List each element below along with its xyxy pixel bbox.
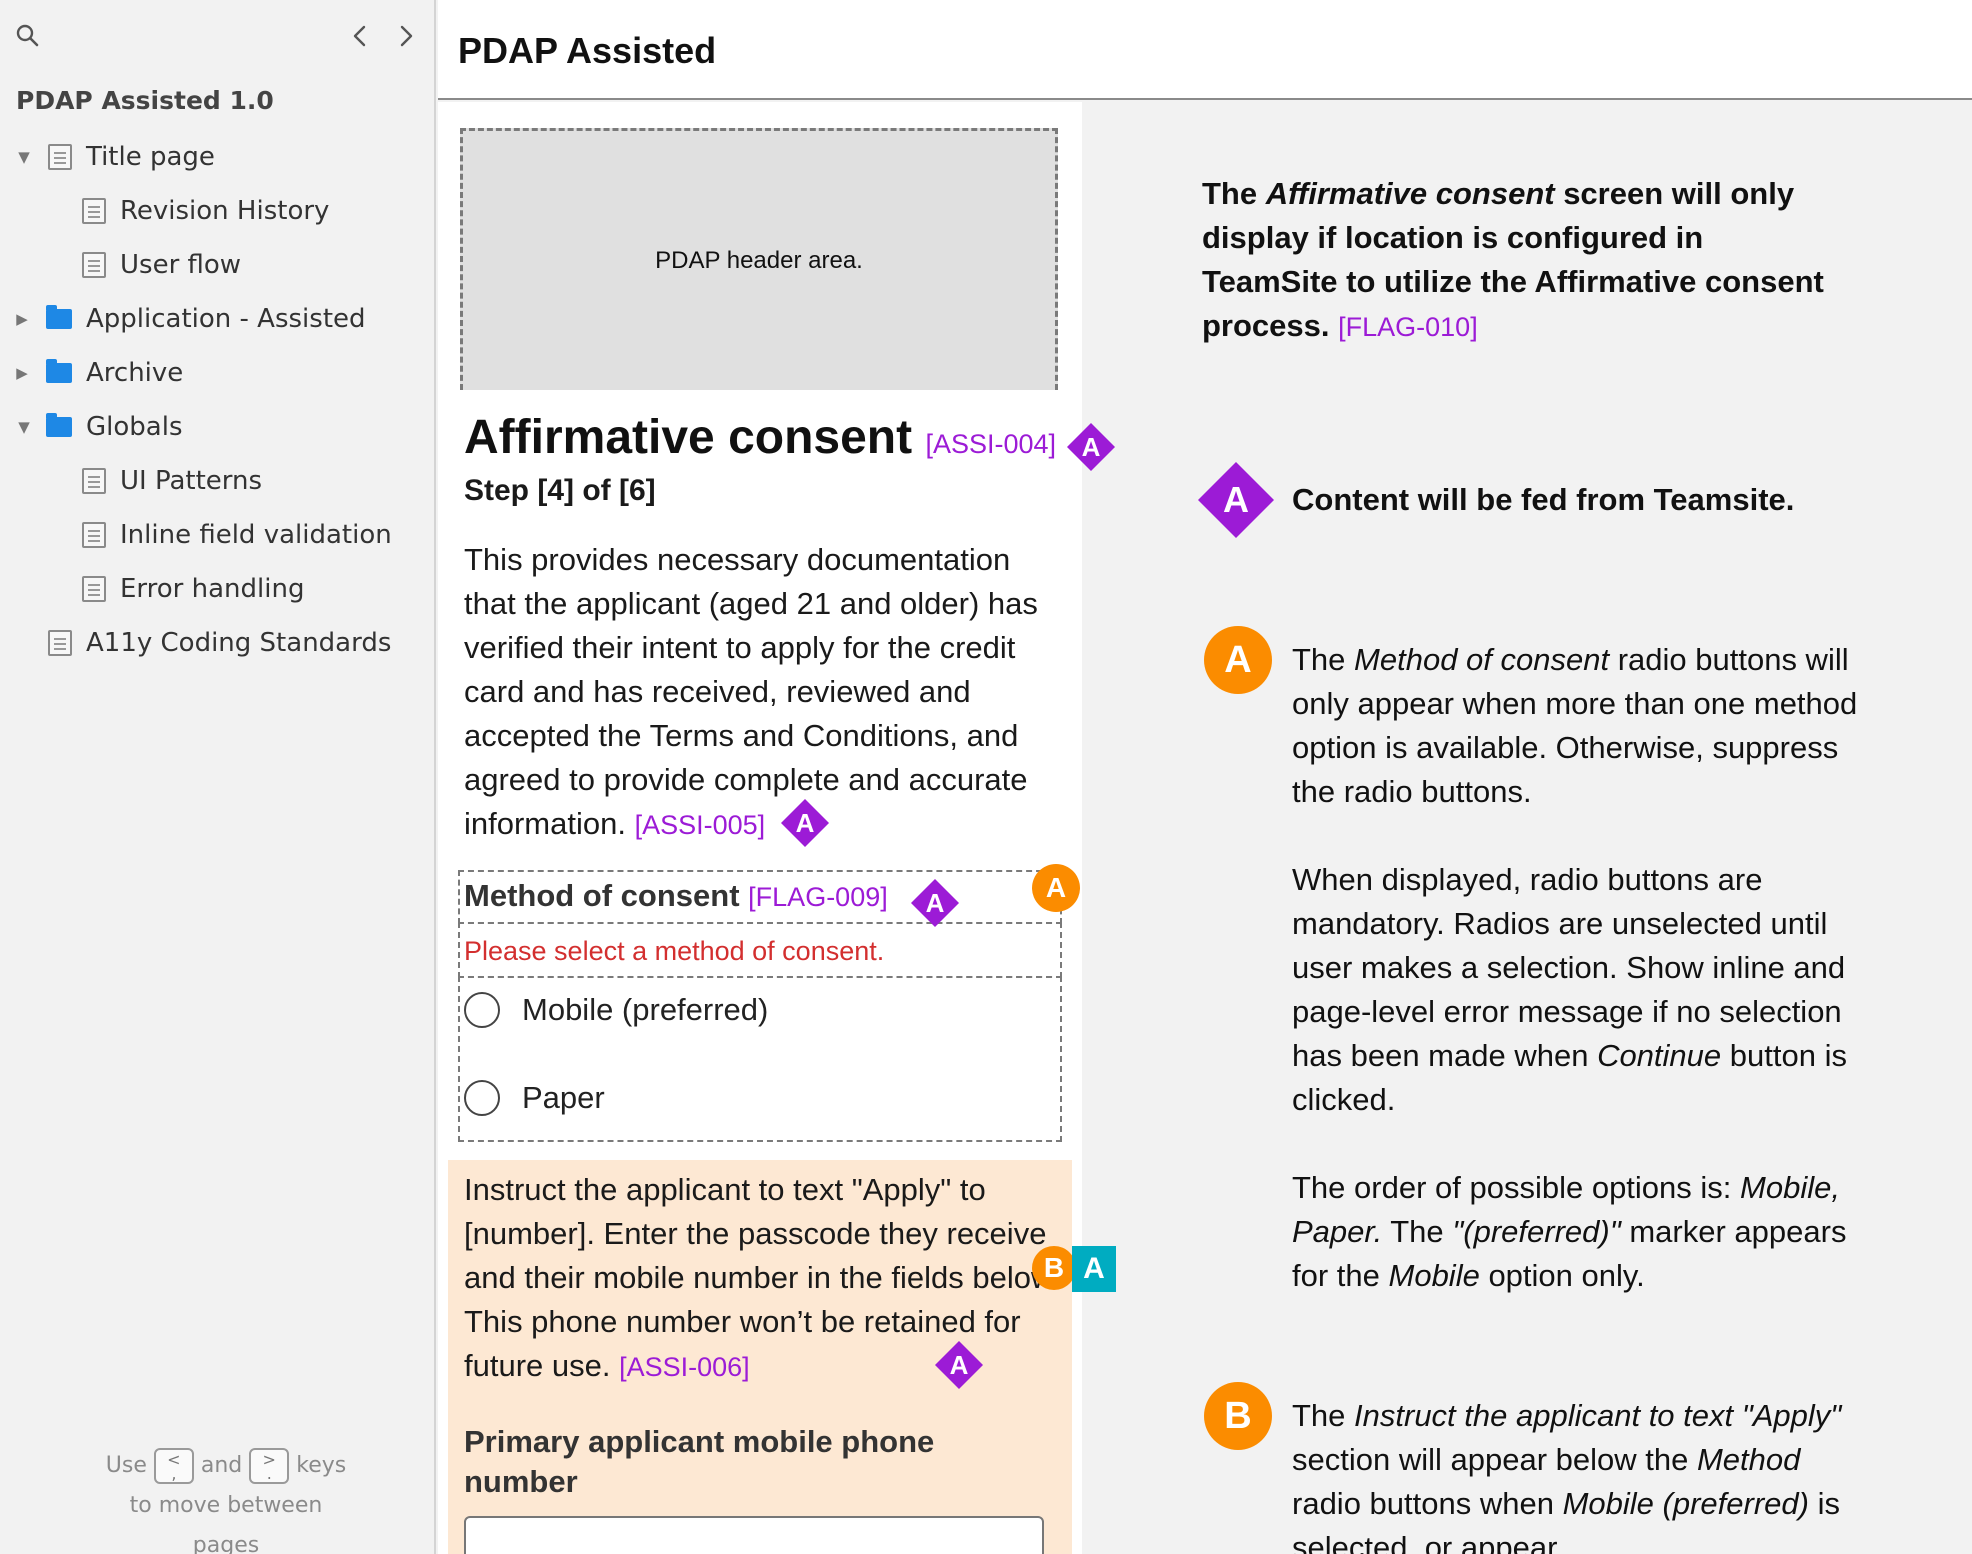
document-icon	[48, 630, 72, 656]
tree-item-revision-history[interactable]: Revision History	[0, 184, 436, 238]
ref-link[interactable]: [ASSI-004]	[925, 429, 1056, 459]
chevron-right-icon[interactable]	[392, 22, 420, 50]
document-icon	[82, 468, 106, 494]
hint-use: Use	[105, 1453, 147, 1478]
wireframe-heading: Affirmative consent [ASSI-004]	[464, 410, 1056, 465]
inline-error-message: Please select a method of consent.	[464, 936, 885, 966]
tree-item-label: A11y Coding Standards	[86, 628, 392, 658]
project-title: PDAP Assisted 1.0	[16, 86, 274, 115]
radio-label: Paper	[522, 1080, 605, 1115]
tree-item-application-assisted[interactable]: ▶ Application - Assisted	[0, 292, 436, 346]
description-text: This provides necessary documentation th…	[464, 542, 1038, 841]
annotation-diamond-a-icon: A	[1067, 423, 1115, 471]
document-icon	[82, 576, 106, 602]
tree-item-inline-field-validation[interactable]: Inline field validation	[0, 508, 436, 562]
tree-item-ui-patterns[interactable]: UI Patterns	[0, 454, 436, 508]
tree-item-globals[interactable]: ▼ Globals	[0, 400, 436, 454]
description: This provides necessary documentation th…	[464, 538, 1064, 847]
search-icon[interactable]	[14, 22, 42, 50]
annotation-circle-b-icon: B	[1204, 1382, 1272, 1450]
annotation-circle-b-icon: B	[1032, 1246, 1076, 1290]
tree-item-a11y-coding-standards[interactable]: A11y Coding Standards	[0, 616, 436, 670]
ref-link[interactable]: [FLAG-010]	[1338, 312, 1478, 342]
header-placeholder-label: PDAP header area.	[655, 246, 863, 274]
heading-text: Affirmative consent	[464, 411, 913, 464]
main-area: PDAP Assisted PDAP header area. Affirmat…	[438, 0, 1972, 1554]
phone-field-label: Primary applicant mobile phone number	[464, 1424, 935, 1499]
tree-item-label: Title page	[86, 142, 215, 172]
tree-item-label: User flow	[120, 250, 242, 280]
tree-item-label: Inline field validation	[120, 520, 392, 550]
annotation-diamond-a-icon: A	[1198, 462, 1274, 538]
caret-right-icon[interactable]: ▶	[12, 309, 32, 329]
method-of-consent-label: Method of consent [FLAG-009]	[464, 878, 888, 914]
hint-line2: to move between pages	[129, 1493, 323, 1554]
radio-label: Mobile (preferred)	[522, 992, 769, 1027]
note-intro: The Affirmative consent screen will only…	[1202, 176, 1824, 343]
key-next: >.	[249, 1448, 290, 1484]
method-label-text: Method of consent	[464, 878, 740, 913]
caret-down-icon[interactable]: ▼	[14, 147, 34, 167]
page-header: PDAP Assisted	[438, 0, 1972, 100]
note-diamond-a: Content will be fed from Teamsite.	[1292, 482, 1795, 517]
folder-icon	[46, 305, 72, 329]
navigation-hint: Use <, and >. keys to move between pages	[96, 1446, 356, 1554]
radio-paper[interactable]: Paper	[464, 1080, 605, 1116]
tree-item-label: Application - Assisted	[86, 304, 366, 334]
caret-right-icon[interactable]: ▶	[12, 363, 32, 383]
caret-down-icon[interactable]: ▼	[14, 417, 34, 437]
page-tree: ▼ Title page Revision History User flow …	[0, 130, 436, 670]
hint-and: and	[200, 1453, 243, 1478]
note-a: The Method of consent radio buttons will…	[1292, 642, 1858, 1293]
svg-text:A: A	[950, 1350, 969, 1380]
phone-input[interactable]	[464, 1516, 1044, 1554]
tree-item-label: Globals	[86, 412, 183, 442]
folder-icon	[46, 359, 72, 383]
document-icon	[48, 144, 72, 170]
ref-link[interactable]: [ASSI-005]	[635, 810, 766, 840]
sidebar-toolbar	[0, 0, 434, 72]
annotation-diamond-a-icon: A	[911, 879, 959, 927]
annotation-square-a-icon: A	[1072, 1246, 1116, 1292]
document-icon	[82, 252, 106, 278]
tree-item-label: Revision History	[120, 196, 330, 226]
annotation-diamond-a-icon: A	[781, 799, 829, 847]
tree-item-label: Archive	[86, 358, 184, 388]
svg-text:A: A	[796, 808, 815, 838]
tree-item-user-flow[interactable]: User flow	[0, 238, 436, 292]
radio-mobile[interactable]: Mobile (preferred)	[464, 992, 768, 1028]
document-icon	[82, 198, 106, 224]
document-icon	[82, 522, 106, 548]
folder-icon	[46, 413, 72, 437]
wireframe-panel: PDAP header area. Affirmative consent [A…	[438, 102, 1116, 1554]
annotation-circle-a-icon: A	[1032, 864, 1080, 912]
page-content: PDAP header area. Affirmative consent [A…	[438, 102, 1972, 1554]
step-indicator: Step [4] of [6]	[464, 474, 656, 507]
radio-circle[interactable]	[464, 992, 500, 1028]
note-b: The Instruct the applicant to text "Appl…	[1292, 1398, 1842, 1554]
radio-circle[interactable]	[464, 1080, 500, 1116]
hint-keys: keys	[296, 1453, 347, 1478]
chevron-left-icon[interactable]	[346, 22, 374, 50]
annotation-diamond-a-icon: A	[935, 1341, 983, 1389]
tree-item-error-handling[interactable]: Error handling	[0, 562, 436, 616]
tree-item-archive[interactable]: ▶ Archive	[0, 346, 436, 400]
tree-item-label: UI Patterns	[120, 466, 263, 496]
tree-item-label: Error handling	[120, 574, 305, 604]
page-title: PDAP Assisted	[458, 30, 717, 71]
key-prev: <,	[153, 1448, 194, 1484]
tree-item-title-page[interactable]: ▼ Title page	[0, 130, 436, 184]
svg-text:A: A	[1223, 479, 1249, 520]
svg-text:A: A	[1082, 432, 1101, 462]
sidebar: PDAP Assisted 1.0 ▼ Title page Revision …	[0, 0, 436, 1554]
ref-link[interactable]: [ASSI-006]	[619, 1352, 750, 1382]
header-placeholder: PDAP header area.	[460, 128, 1058, 390]
ref-link[interactable]: [FLAG-009]	[748, 882, 888, 912]
annotation-circle-a-icon: A	[1204, 626, 1272, 694]
svg-text:A: A	[926, 888, 945, 918]
